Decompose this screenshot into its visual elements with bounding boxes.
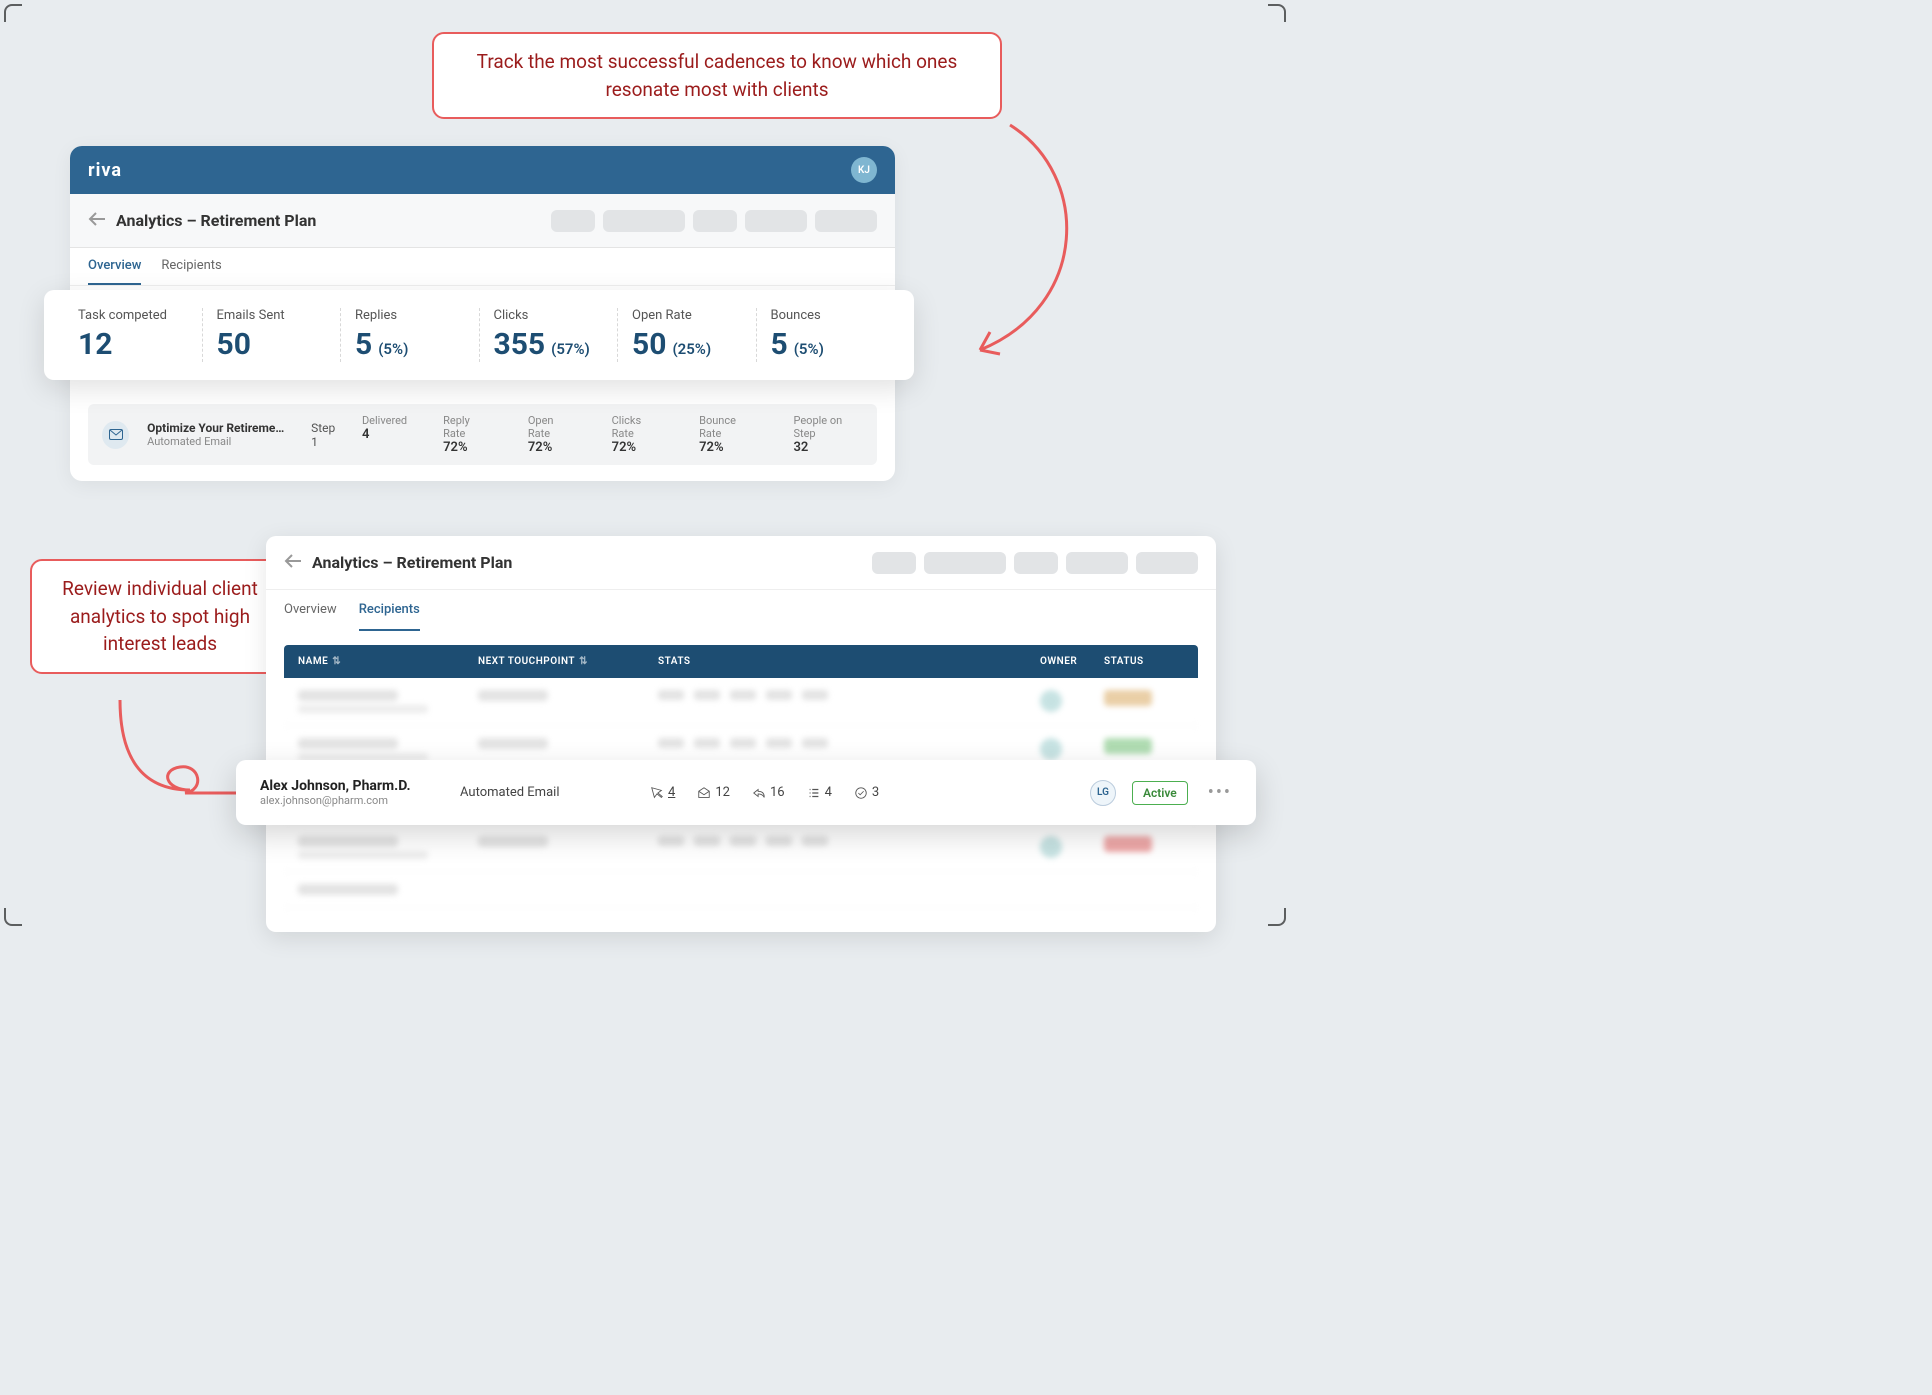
stat-value[interactable]: 4 bbox=[668, 785, 675, 800]
cursor-icon bbox=[650, 786, 664, 800]
stat-label: Bounce Rate bbox=[699, 414, 757, 440]
stat-value: 16 bbox=[770, 785, 785, 800]
tab-recipients[interactable]: Recipients bbox=[161, 248, 221, 285]
metric-value: 50 bbox=[217, 327, 251, 362]
analytics-recipients-panel: Analytics – Retirement Plan Overview Rec… bbox=[266, 536, 1216, 932]
metric-value: 50 bbox=[632, 327, 666, 362]
col-next[interactable]: NEXT TOUCHPOINT bbox=[478, 656, 575, 667]
annotation-top: Track the most successful cadences to kn… bbox=[432, 32, 1002, 119]
stat-label: Reply Rate bbox=[443, 414, 492, 440]
stat-value: 4 bbox=[825, 785, 832, 800]
brand-logo: riva bbox=[88, 160, 122, 181]
step-subtitle: Automated Email bbox=[147, 435, 287, 448]
page-title-bar: Analytics – Retirement Plan bbox=[266, 536, 1216, 590]
more-menu-icon[interactable]: ••• bbox=[1208, 782, 1232, 803]
page-title: Analytics – Retirement Plan bbox=[312, 553, 512, 572]
metric-pct: (5%) bbox=[794, 340, 824, 358]
col-name[interactable]: NAME bbox=[298, 656, 328, 667]
stat-value: 72% bbox=[699, 440, 757, 455]
metric-label: Bounces bbox=[771, 308, 881, 323]
sort-icon[interactable]: ⇅ bbox=[332, 656, 341, 667]
metric-label: Clicks bbox=[494, 308, 604, 323]
stat-label: Clicks Rate bbox=[612, 414, 663, 440]
toolbar-placeholders bbox=[551, 210, 877, 232]
metric-value: 355 bbox=[494, 327, 546, 362]
stat-value: 72% bbox=[528, 440, 576, 455]
metrics-summary-card: Task competed 12 Emails Sent 50 Replies … bbox=[44, 290, 914, 380]
stat-value: 4 bbox=[362, 427, 407, 442]
stat-value: 3 bbox=[872, 785, 879, 800]
recipient-next-touchpoint: Automated Email bbox=[460, 785, 650, 800]
envelope-open-icon bbox=[697, 786, 711, 800]
annotation-left: Review individual client analytics to sp… bbox=[30, 559, 290, 674]
page-title: Analytics – Retirement Plan bbox=[116, 211, 316, 230]
back-arrow-icon[interactable] bbox=[284, 552, 302, 573]
stat-value: 72% bbox=[612, 440, 663, 455]
metric-label: Replies bbox=[355, 308, 465, 323]
stat-value: 72% bbox=[443, 440, 492, 455]
tab-recipients[interactable]: Recipients bbox=[359, 590, 420, 631]
cadence-step-row[interactable]: Optimize Your Retirement P… Automated Em… bbox=[88, 404, 877, 465]
list-icon bbox=[807, 786, 821, 800]
toolbar-placeholders bbox=[872, 552, 1198, 574]
table-row bbox=[284, 824, 1198, 872]
status-badge: Active bbox=[1132, 781, 1188, 805]
step-number: Step 1 bbox=[311, 421, 344, 449]
page-title-bar: Analytics – Retirement Plan bbox=[70, 194, 895, 248]
email-icon bbox=[102, 421, 129, 449]
app-header: riva KJ bbox=[70, 146, 895, 194]
tab-overview[interactable]: Overview bbox=[88, 248, 141, 285]
metric-value: 5 bbox=[355, 327, 372, 362]
metric-pct: (5%) bbox=[378, 340, 408, 358]
col-stats: STATS bbox=[658, 656, 691, 667]
stat-completed: 3 bbox=[854, 785, 879, 800]
table-row bbox=[284, 678, 1198, 726]
tabs: Overview Recipients bbox=[266, 590, 1216, 631]
stat-replies: 16 bbox=[752, 785, 785, 800]
metric-label: Open Rate bbox=[632, 308, 742, 323]
stat-value: 32 bbox=[793, 440, 863, 455]
table-row bbox=[284, 872, 1198, 908]
annotation-arrow-top bbox=[950, 115, 1110, 375]
reply-icon bbox=[752, 786, 766, 800]
metric-pct: (57%) bbox=[551, 340, 590, 358]
recipient-detail-card: Alex Johnson, Pharm.D. alex.johnson@phar… bbox=[236, 760, 1256, 825]
step-title: Optimize Your Retirement P… bbox=[147, 421, 287, 435]
sort-icon[interactable]: ⇅ bbox=[579, 656, 588, 667]
owner-avatar[interactable]: LG bbox=[1090, 780, 1116, 806]
user-avatar[interactable]: KJ bbox=[851, 157, 877, 183]
metric-value: 12 bbox=[78, 327, 112, 362]
check-circle-icon bbox=[854, 786, 868, 800]
stat-clicks: 4 bbox=[650, 785, 675, 800]
tab-overview[interactable]: Overview bbox=[284, 590, 337, 631]
stat-label: People on Step bbox=[793, 414, 863, 440]
col-owner: OWNER bbox=[1040, 656, 1077, 667]
stat-label: Delivered bbox=[362, 414, 407, 427]
back-arrow-icon[interactable] bbox=[88, 210, 106, 231]
recipient-email: alex.johnson@pharm.com bbox=[260, 794, 460, 807]
metric-value: 5 bbox=[771, 327, 788, 362]
stat-opens: 12 bbox=[697, 785, 730, 800]
stat-label: Open Rate bbox=[528, 414, 576, 440]
col-status: STATUS bbox=[1104, 656, 1144, 667]
tabs: Overview Recipients bbox=[70, 248, 895, 286]
stat-tasks: 4 bbox=[807, 785, 832, 800]
table-header: NAME ⇅ NEXT TOUCHPOINT ⇅ STATS OWNER STATU… bbox=[284, 645, 1198, 678]
metric-label: Task competed bbox=[78, 308, 188, 323]
recipient-name[interactable]: Alex Johnson, Pharm.D. bbox=[260, 778, 460, 794]
stat-value: 12 bbox=[715, 785, 730, 800]
metric-pct: (25%) bbox=[672, 340, 711, 358]
metric-label: Emails Sent bbox=[217, 308, 327, 323]
